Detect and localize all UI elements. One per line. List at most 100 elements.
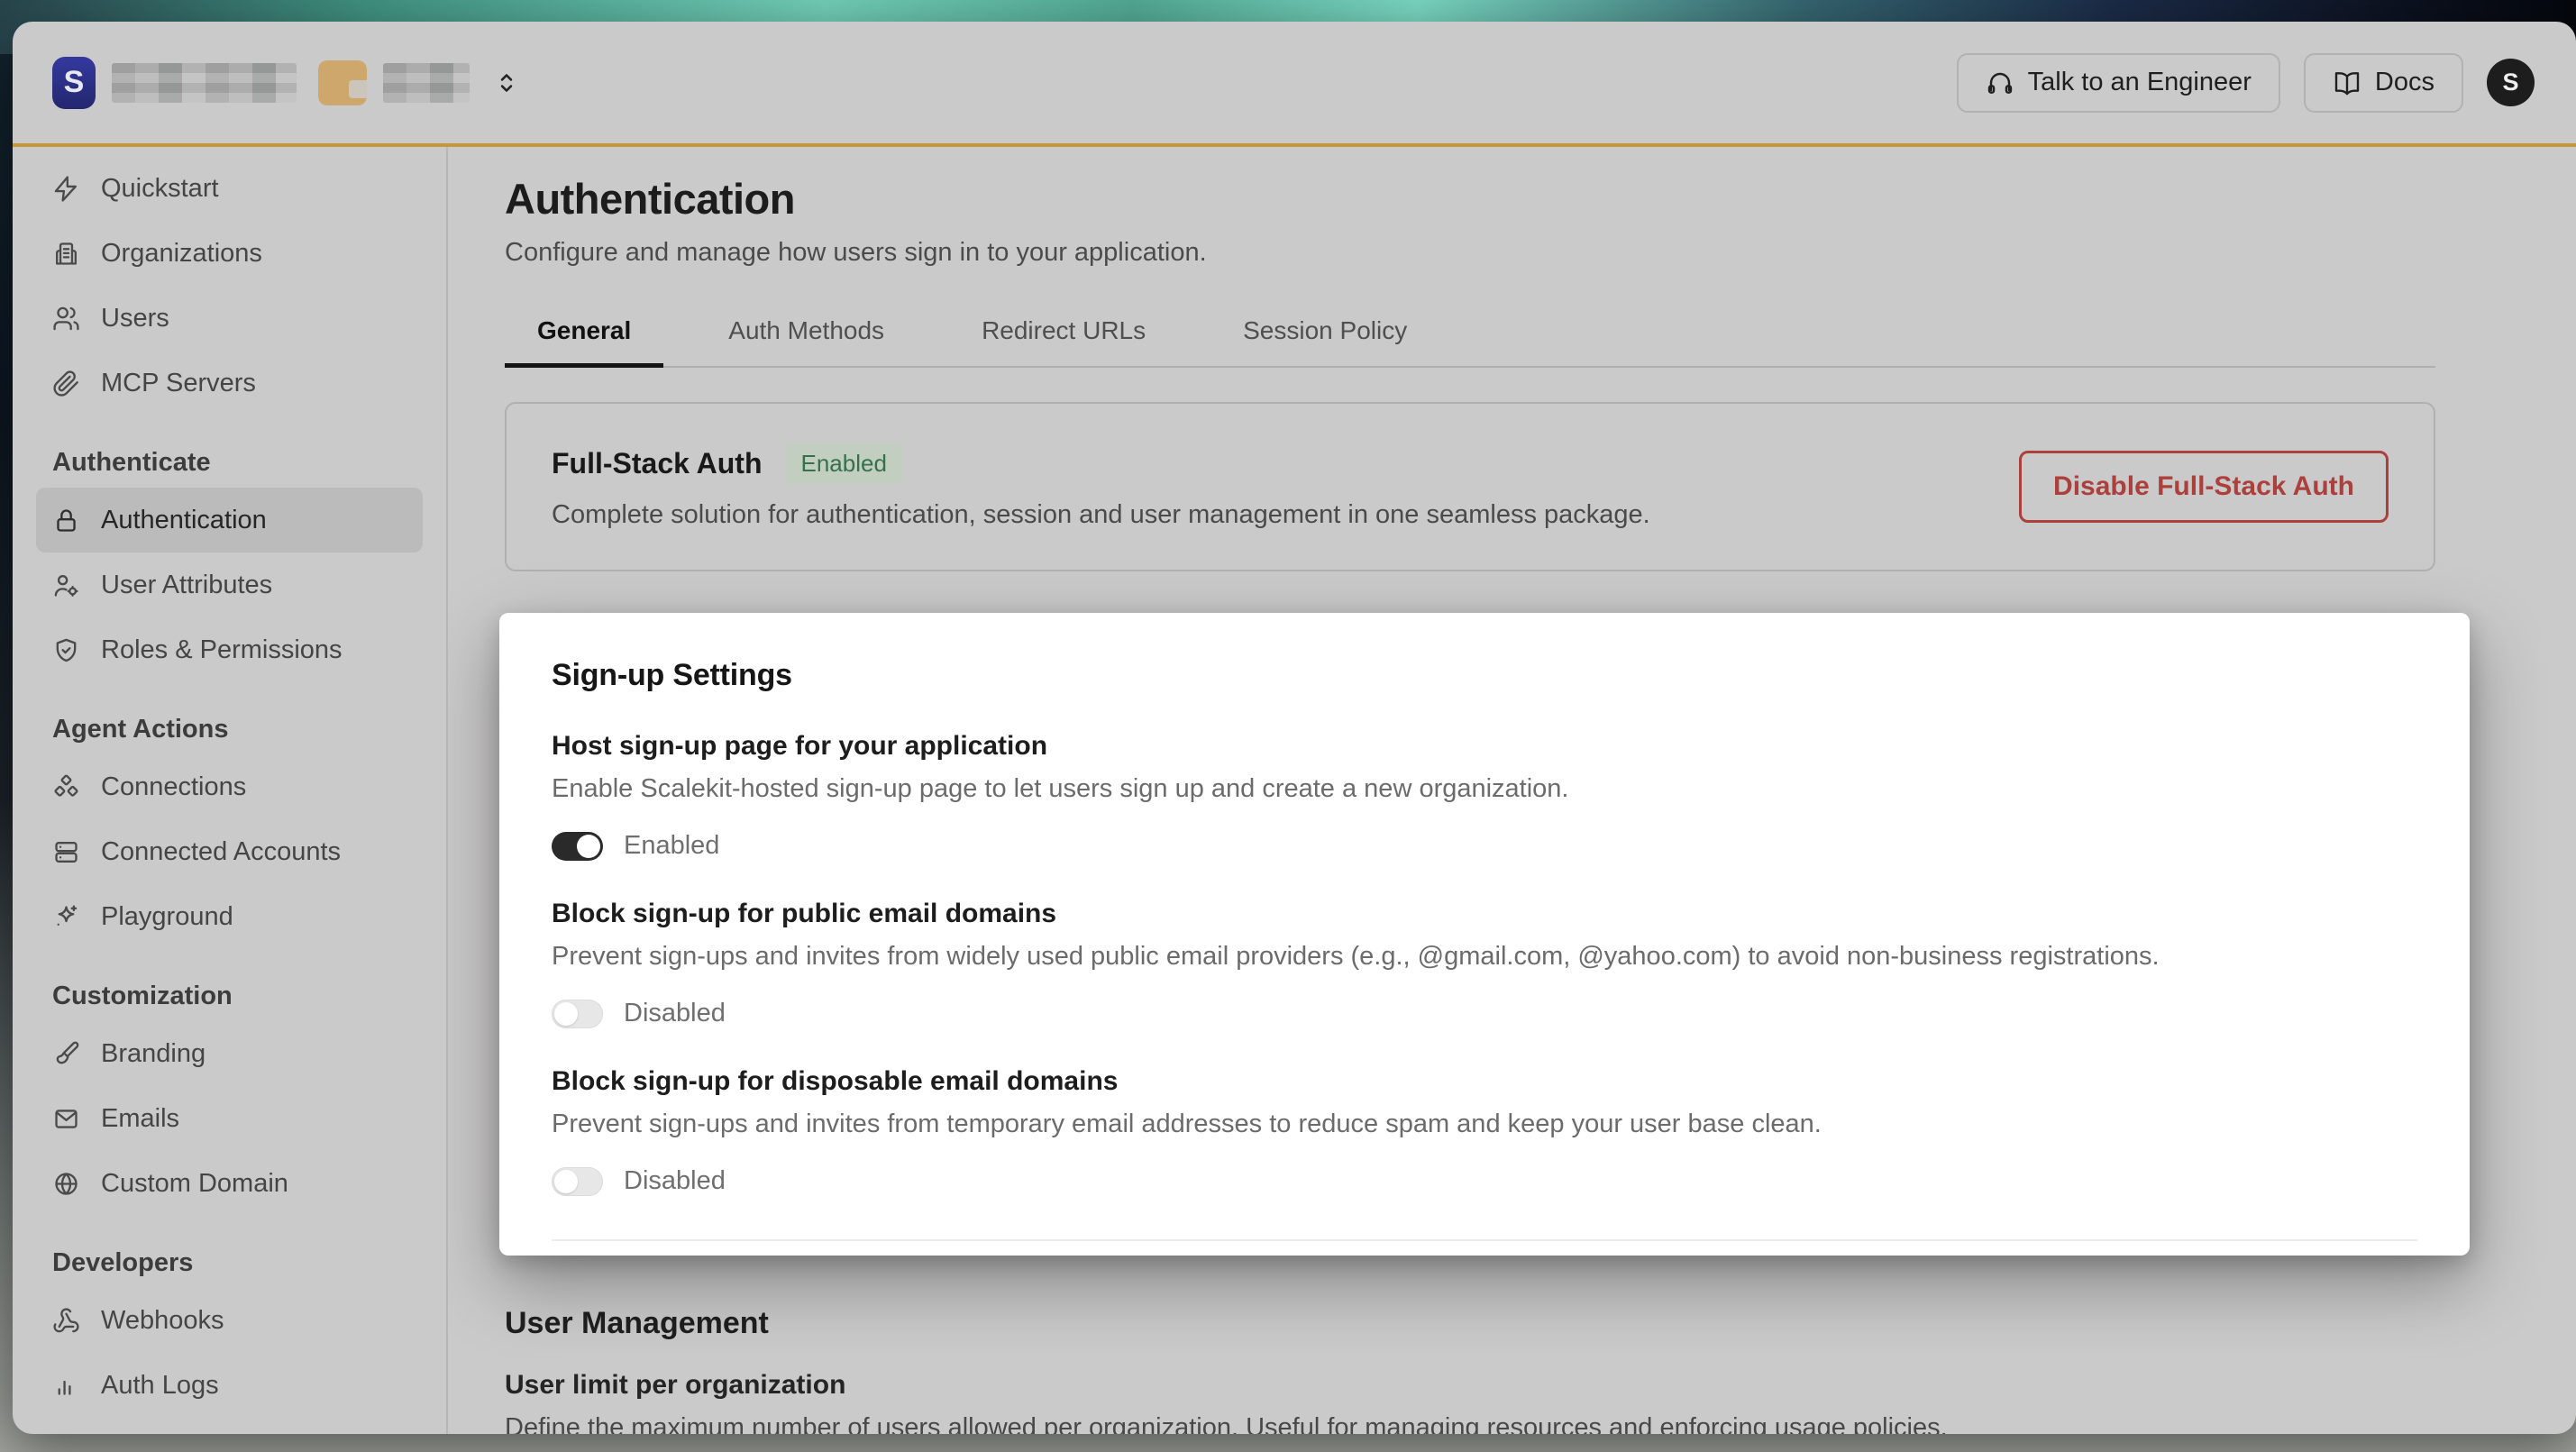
- fullstack-auth-title: Full-Stack Auth: [552, 447, 762, 480]
- environment-name-redacted: [383, 63, 470, 103]
- user-management-title: User Management: [505, 1306, 2435, 1341]
- scalekit-logo: S: [52, 57, 96, 109]
- fullstack-auth-info: Full-Stack Auth Enabled Complete solutio…: [552, 443, 1650, 530]
- card-divider: [552, 1239, 2417, 1241]
- docs-button[interactable]: Docs: [2304, 53, 2463, 113]
- tab-bar: General Auth Methods Redirect URLs Session …: [505, 304, 2435, 368]
- headphones-icon: [1986, 68, 2014, 97]
- talk-to-engineer-label: Talk to an Engineer: [2028, 68, 2252, 97]
- host-sign-up-page-for-your-application-toggle[interactable]: [552, 832, 603, 861]
- app-window: S Talk to an Engineer Docs S Quickstart O…: [13, 22, 2576, 1434]
- sidebar-item-settings[interactable]: Settings: [36, 1418, 423, 1434]
- cubes-icon: [52, 773, 80, 801]
- workspace-switcher[interactable]: [491, 68, 522, 98]
- sidebar-item-emails[interactable]: Emails: [36, 1086, 423, 1151]
- sidebar-item-label: Playground: [101, 902, 233, 932]
- toggle-knob: [554, 1002, 578, 1026]
- top-bar-actions: Talk to an Engineer Docs S: [1957, 53, 2535, 113]
- brush-icon: [52, 1040, 80, 1068]
- signup-settings-title: Sign-up Settings: [552, 658, 2417, 693]
- sidebar-item-label: Auth Logs: [101, 1371, 219, 1401]
- sidebar-item-label: Connections: [101, 772, 246, 802]
- book-open-icon: [2333, 68, 2361, 97]
- stack-icon: [52, 838, 80, 866]
- page-title: Authentication: [505, 174, 2576, 224]
- sidebar-item-label: MCP Servers: [101, 369, 256, 398]
- user-limit-description: Define the maximum number of users allow…: [505, 1413, 2435, 1434]
- toggle-row: Enabled: [552, 831, 2417, 861]
- sidebar-item-auth-logs[interactable]: Auth Logs: [36, 1353, 423, 1418]
- user-avatar[interactable]: S: [2487, 59, 2535, 106]
- sidebar-item-mcp-servers[interactable]: MCP Servers: [36, 351, 423, 416]
- block-sign-up-for-public-email-domains-toggle[interactable]: [552, 1000, 603, 1028]
- workspace-name-redacted: [112, 63, 297, 103]
- toggle-row: Disabled: [552, 999, 2417, 1028]
- sidebar-item-label: Quickstart: [101, 174, 219, 204]
- user-management-section: User Management User limit per organizat…: [505, 1306, 2435, 1434]
- tab-general[interactable]: General: [505, 304, 663, 368]
- disable-fullstack-auth-button[interactable]: Disable Full-Stack Auth: [2019, 451, 2389, 523]
- talk-to-engineer-button[interactable]: Talk to an Engineer: [1957, 53, 2280, 113]
- sidebar-item-roles-permissions[interactable]: Roles & Permissions: [36, 617, 423, 682]
- sidebar-item-label: Custom Domain: [101, 1169, 288, 1199]
- sidebar-item-label: Authentication: [101, 506, 267, 535]
- fullstack-auth-card: Full-Stack Auth Enabled Complete solutio…: [505, 402, 2435, 571]
- setting-block-sign-up-for-public-email-domains: Block sign-up for public email domains Pr…: [552, 899, 2417, 1028]
- sidebar-item-connected-accounts[interactable]: Connected Accounts: [36, 819, 423, 884]
- sparkle-icon: [52, 903, 80, 931]
- block-sign-up-for-disposable-email-domains-toggle[interactable]: [552, 1167, 603, 1196]
- sidebar-item-users[interactable]: Users: [36, 286, 423, 351]
- signup-settings-card: Sign-up Settings Host sign-up page for y…: [499, 613, 2470, 1256]
- sidebar-item-organizations[interactable]: Organizations: [36, 221, 423, 286]
- sidebar-item-custom-domain[interactable]: Custom Domain: [36, 1151, 423, 1216]
- user-limit-title: User limit per organization: [505, 1370, 2435, 1401]
- chevrons-up-down-icon: [491, 68, 522, 98]
- user-gear-icon: [52, 571, 80, 599]
- setting-title: Block sign-up for disposable email domai…: [552, 1066, 2417, 1097]
- sidebar-section-developers: Developers: [36, 1243, 423, 1283]
- toggle-state-label: Disabled: [624, 1166, 726, 1196]
- sidebar-item-label: Branding: [101, 1039, 206, 1069]
- globe-icon: [52, 1170, 80, 1198]
- sidebar-item-user-attributes[interactable]: User Attributes: [36, 552, 423, 617]
- workspace-area: S: [52, 57, 522, 109]
- enabled-badge: Enabled: [785, 443, 901, 484]
- docs-label: Docs: [2375, 68, 2434, 97]
- paperclip-icon: [52, 370, 80, 397]
- project-icon-redacted: [318, 60, 367, 105]
- sidebar-item-quickstart[interactable]: Quickstart: [36, 156, 423, 221]
- sidebar-item-label: Roles & Permissions: [101, 635, 343, 665]
- toggle-state-label: Disabled: [624, 999, 726, 1028]
- top-bar: S Talk to an Engineer Docs S: [13, 22, 2576, 143]
- sidebar-item-label: Organizations: [101, 239, 262, 269]
- toggle-row: Disabled: [552, 1166, 2417, 1196]
- zap-icon: [52, 175, 80, 203]
- fullstack-auth-description: Complete solution for authentication, se…: [552, 500, 1650, 530]
- sidebar: Quickstart Organizations Users MCP Servers A…: [13, 147, 448, 1434]
- page-subtitle: Configure and manage how users sign in t…: [505, 238, 2576, 268]
- shield-check-icon: [52, 636, 80, 664]
- sidebar-item-connections[interactable]: Connections: [36, 754, 423, 819]
- sidebar-section-authenticate: Authenticate: [36, 443, 423, 482]
- lock-icon: [52, 507, 80, 534]
- setting-title: Block sign-up for public email domains: [552, 899, 2417, 929]
- sidebar-item-playground[interactable]: Playground: [36, 884, 423, 949]
- setting-host-sign-up-page-for-your-application: Host sign-up page for your applicationEn…: [552, 731, 2417, 861]
- bar-chart-icon: [52, 1372, 80, 1400]
- sidebar-section-customization: Customization: [36, 976, 423, 1016]
- tab-auth-methods[interactable]: Auth Methods: [696, 304, 917, 368]
- building-icon: [52, 240, 80, 268]
- tab-redirect-urls[interactable]: Redirect URLs: [949, 304, 1178, 368]
- mail-icon: [52, 1105, 80, 1133]
- sidebar-section-agent-actions: Agent Actions: [36, 709, 423, 749]
- sidebar-item-label: Connected Accounts: [101, 837, 341, 867]
- main-content: Authentication Configure and manage how …: [448, 147, 2576, 1434]
- setting-description: Prevent sign-ups and invites from tempor…: [552, 1110, 2417, 1139]
- sidebar-item-webhooks[interactable]: Webhooks: [36, 1288, 423, 1353]
- users-icon: [52, 305, 80, 333]
- sidebar-item-branding[interactable]: Branding: [36, 1021, 423, 1086]
- sidebar-item-authentication[interactable]: Authentication: [36, 488, 423, 552]
- toggle-state-label: Enabled: [624, 831, 719, 861]
- tab-session-policy[interactable]: Session Policy: [1210, 304, 1439, 368]
- setting-description: Prevent sign-ups and invites from widely…: [552, 942, 2417, 972]
